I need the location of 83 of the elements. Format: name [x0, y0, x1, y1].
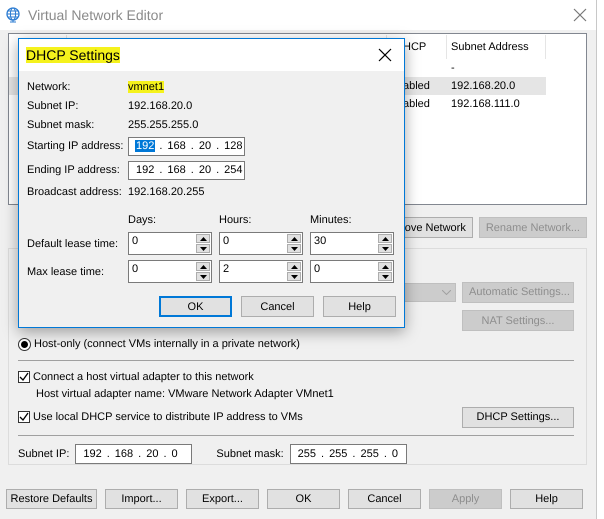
table-cell-text: 192.168.111.0	[450, 98, 521, 110]
checkbox[interactable]	[18, 411, 30, 424]
down-arrow-icon[interactable]	[200, 246, 206, 250]
spin-field[interactable]: 2	[219, 260, 303, 283]
dialog-button[interactable]: Cancel	[348, 489, 421, 509]
column-label: Hours:	[219, 214, 252, 226]
dialog-button[interactable]: Help	[510, 489, 583, 509]
ip-octet[interactable]: 192	[135, 140, 156, 152]
field-label: Subnet IP:	[27, 100, 80, 112]
ip-octet[interactable]: 128	[223, 140, 244, 152]
radio-button[interactable]	[18, 338, 31, 351]
ip-octet[interactable]: 254	[223, 164, 244, 176]
window-title: Virtual Network Editor	[28, 7, 164, 23]
radio-label: Host-only (connect VMs internally in a private network)	[34, 338, 300, 350]
field-label: Subnet IP:	[18, 448, 70, 460]
spin-field[interactable]: 0	[128, 260, 212, 283]
field-label: Default lease time:	[27, 238, 120, 250]
chevron-icon	[442, 290, 451, 294]
close-icon[interactable]	[378, 48, 392, 62]
dialog-button[interactable]: Restore Defaults	[6, 489, 97, 509]
spin-field[interactable]: 0	[128, 232, 212, 255]
dialog-button[interactable]: Export...	[186, 489, 259, 509]
ip-octet[interactable]: 255	[296, 448, 317, 460]
up-arrow-icon[interactable]	[382, 236, 388, 240]
field-label: Subnet mask:	[27, 118, 96, 130]
table-cell-text: 192.168.20.0	[450, 80, 516, 92]
down-arrow-icon[interactable]	[382, 274, 388, 278]
checkbox-label: Connect a host virtual adapter to this network	[33, 370, 254, 383]
dialog-button[interactable]: Cancel	[241, 296, 314, 317]
field-value: 255.255.255.0	[128, 118, 198, 130]
ip-address-field[interactable]: 192 . 168 . 20 . 128	[128, 136, 245, 156]
globe-icon	[5, 6, 21, 24]
up-arrow-icon[interactable]	[290, 236, 298, 240]
spin-field[interactable]: 0	[219, 232, 303, 255]
ip-octet[interactable]: 255	[359, 448, 380, 460]
up-arrow-icon[interactable]	[382, 264, 388, 268]
down-arrow-icon[interactable]	[290, 246, 298, 250]
spin-field[interactable]: 0	[310, 260, 394, 283]
dialog-button[interactable]: Import...	[105, 489, 178, 509]
up-arrow-icon[interactable]	[200, 264, 206, 268]
dialog-button[interactable]: Help	[323, 296, 396, 317]
column-header[interactable]: Subnet Address	[447, 35, 546, 59]
dialog-title: DHCP Settings	[26, 47, 120, 63]
field-value: 192.168.20.255	[128, 186, 206, 198]
checkmark-icon	[19, 372, 29, 382]
ip-octet[interactable]: 192	[82, 448, 103, 460]
checkbox[interactable]	[18, 370, 30, 383]
ip-octet[interactable]: 20	[198, 140, 212, 152]
column-label: Days:	[128, 214, 156, 226]
field-label: Ending IP address:	[27, 164, 121, 176]
column-label: Minutes:	[310, 214, 352, 226]
ip-address-field[interactable]: 255 . 255 . 255 . 0	[290, 444, 407, 464]
field-label: Subnet mask:	[216, 448, 284, 460]
field-label: Max lease time:	[27, 266, 106, 278]
ip-octet[interactable]: 0	[390, 448, 400, 460]
field-label: Broadcast address:	[27, 186, 123, 198]
down-arrow-icon[interactable]	[290, 274, 298, 278]
field-label: Network:	[27, 80, 72, 92]
table-cell-text: -	[450, 62, 456, 74]
ip-octet[interactable]: 168	[166, 164, 187, 176]
spin-field[interactable]: 30	[310, 232, 394, 255]
ip-octet[interactable]: 20	[198, 164, 212, 176]
dialog-button[interactable]: OK	[159, 296, 232, 317]
dhcp-settings-button[interactable]: DHCP Settings...	[462, 406, 574, 428]
ip-octet[interactable]: 168	[114, 448, 134, 460]
ip-octet[interactable]: 192	[135, 164, 156, 176]
up-arrow-icon[interactable]	[200, 236, 206, 240]
up-arrow-icon[interactable]	[290, 264, 298, 268]
ip-octet[interactable]: 0	[170, 448, 179, 460]
ip-octet[interactable]: 20	[145, 448, 160, 460]
checkmark-icon	[19, 412, 29, 422]
checkbox-label: Use local DHCP service to distribute IP address to VMs	[33, 411, 303, 424]
ip-address-field[interactable]: 192 . 168 . 20 . 254	[128, 160, 245, 180]
field-label: Starting IP address:	[27, 140, 124, 152]
field-value: 192.168.20.0	[128, 100, 192, 112]
ip-address-field[interactable]: 192 . 168 . 20 . 0	[75, 444, 192, 464]
ip-octet[interactable]: 255	[328, 448, 348, 460]
down-arrow-icon[interactable]	[200, 274, 206, 278]
adapter-name-text: Host virtual adapter name: VMware Network Adapter VMnet1	[36, 388, 335, 402]
down-arrow-icon[interactable]	[382, 246, 388, 250]
ip-octet[interactable]: 168	[166, 140, 187, 152]
field-value: vmnet1	[128, 80, 164, 92]
dialog-button[interactable]: OK	[267, 489, 340, 509]
